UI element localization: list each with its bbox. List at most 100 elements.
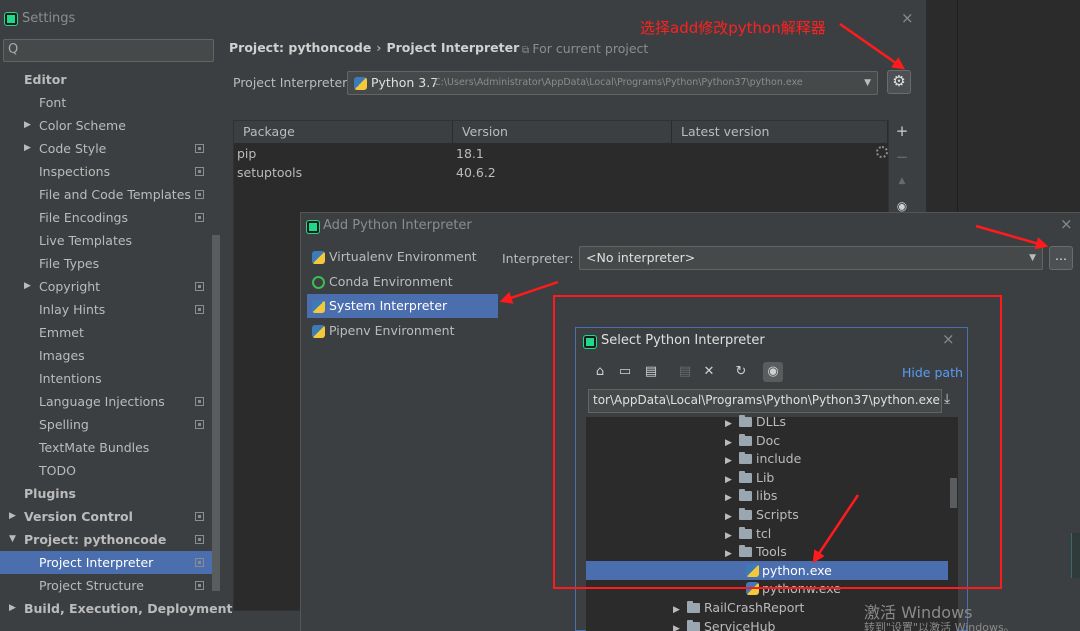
python-icon xyxy=(354,77,367,90)
folder-icon xyxy=(687,619,700,631)
tree-item-label: libs xyxy=(756,488,778,504)
expand-arrow-icon[interactable]: ▶ xyxy=(24,114,31,137)
sidebar-item-textmate-bundles[interactable]: TextMate Bundles xyxy=(0,436,220,459)
sidebar-item-spelling[interactable]: Spelling xyxy=(0,413,220,436)
tree-folder-item[interactable]: ▶ libs xyxy=(725,486,777,505)
home-icon[interactable]: ⌂ xyxy=(590,362,610,382)
sidebar-item-build-execution-deployment[interactable]: ▶ Build, Execution, Deployment xyxy=(0,597,232,620)
tree-item-label: Doc xyxy=(756,432,781,448)
env-item-conda-environment[interactable]: Conda Environment xyxy=(307,270,498,294)
sidebar-item-font[interactable]: Font xyxy=(0,91,220,114)
interpreter-label: Interpreter: xyxy=(502,251,574,266)
sidebar-item-plugins[interactable]: Plugins xyxy=(0,482,220,505)
sidebar-item-version-control[interactable]: ▶ Version Control xyxy=(0,505,220,528)
tree-folder-item[interactable]: ▶ RailCrashReport xyxy=(673,598,804,617)
folder-icon xyxy=(687,601,700,613)
show-hidden-icon[interactable]: ◉ xyxy=(763,362,783,382)
tree-scrollbar[interactable] xyxy=(950,478,957,508)
sidebar-item-inspections[interactable]: Inspections xyxy=(0,160,220,183)
browse-interpreter-button[interactable]: ... xyxy=(1049,246,1073,270)
env-item-system-interpreter[interactable]: System Interpreter xyxy=(307,294,498,319)
tree-item-label: tcl xyxy=(756,525,772,541)
project-interpreter-combo[interactable]: Python 3.7 C:\Users\Administrator\AppDat… xyxy=(347,71,878,95)
hide-path-link[interactable]: Hide path xyxy=(902,365,963,380)
refresh-icon[interactable]: ↻ xyxy=(731,362,751,382)
sidebar-item-project-structure[interactable]: Project Structure xyxy=(0,574,220,597)
tree-folder-item[interactable]: ▶ ServiceHub xyxy=(673,617,775,631)
expand-arrow-icon[interactable]: ▶ xyxy=(24,275,31,298)
project-scope-icon xyxy=(195,420,204,429)
remove-package-button[interactable]: − xyxy=(889,148,915,166)
project-scope-icon xyxy=(195,282,204,291)
sidebar-item-language-injections[interactable]: Language Injections xyxy=(0,390,220,413)
breadcrumb: Project: pythoncode › Project Interpreter xyxy=(229,40,519,55)
expand-arrow-icon[interactable]: ▶ xyxy=(673,620,687,631)
sidebar-item-editor[interactable]: Editor xyxy=(0,68,220,91)
sidebar-item-project-pythoncode[interactable]: ▼ Project: pythoncode xyxy=(0,528,220,551)
sidebar-item-color-scheme[interactable]: ▶ Color Scheme xyxy=(0,114,220,137)
sidebar-item-file-encodings[interactable]: File Encodings xyxy=(0,206,220,229)
desktop-icon[interactable]: ▭ xyxy=(615,362,635,382)
tree-file-item[interactable]: python.exe xyxy=(586,560,948,580)
sidebar-item-label: Inlay Hints xyxy=(39,302,106,317)
sidebar-item-label: File and Code Templates xyxy=(39,187,191,202)
delete-icon[interactable]: ✕ xyxy=(699,362,719,382)
sidebar-item-images[interactable]: Images xyxy=(0,344,220,367)
python-icon xyxy=(312,300,325,314)
sidebar-item-copyright[interactable]: ▶ Copyright xyxy=(0,275,220,298)
tree-folder-item[interactable]: ▶ Lib xyxy=(725,468,774,487)
package-version: 40.6.2 xyxy=(456,165,496,180)
path-input[interactable]: tor\AppData\Local\Programs\Python\Python… xyxy=(588,389,942,413)
tree-folder-item[interactable]: ▶ Tools xyxy=(725,542,787,561)
python-icon xyxy=(312,251,325,264)
expanded-arrow-icon[interactable]: ▼ xyxy=(9,528,16,551)
tree-file-item[interactable]: pythonw.exe xyxy=(746,579,841,598)
tree-folder-item[interactable]: ▶ DLLs xyxy=(725,412,786,431)
pycharm-icon xyxy=(4,12,18,26)
tree-folder-item[interactable]: ▶ Scripts xyxy=(725,505,799,524)
sidebar-item-inlay-hints[interactable]: Inlay Hints xyxy=(0,298,220,321)
select-interpreter-close-icon[interactable]: × xyxy=(942,330,955,348)
sidebar-item-label: Emmet xyxy=(39,325,84,340)
download-icon[interactable]: ⤓ xyxy=(944,391,950,407)
project-folder-icon[interactable]: ▤ xyxy=(641,362,661,382)
column-header-version[interactable]: Version xyxy=(453,121,672,143)
new-folder-icon[interactable]: ▤ xyxy=(675,362,695,382)
table-row[interactable]: pip 18.1 xyxy=(234,144,888,163)
expand-arrow-icon[interactable]: ▶ xyxy=(9,597,16,620)
column-header-latest-version[interactable]: Latest version xyxy=(672,121,888,143)
settings-title: Settings xyxy=(22,11,76,26)
gear-button[interactable]: ⚙ xyxy=(887,70,911,94)
expand-arrow-icon[interactable]: ▶ xyxy=(24,137,31,160)
sidebar-item-file-types[interactable]: File Types xyxy=(0,252,220,275)
sidebar-item-emmet[interactable]: Emmet xyxy=(0,321,220,344)
expand-arrow-icon[interactable]: ▶ xyxy=(9,505,16,528)
column-header-package[interactable]: Package xyxy=(234,121,453,143)
sidebar-item-code-style[interactable]: ▶ Code Style xyxy=(0,137,220,160)
add-interpreter-close-icon[interactable]: × xyxy=(1060,215,1073,233)
upgrade-package-button[interactable]: ▲ xyxy=(889,176,915,186)
env-item-virtualenv-environment[interactable]: Virtualenv Environment xyxy=(307,245,498,269)
annotation-text: 选择add修改python解释器 xyxy=(640,19,826,37)
interpreter-combo[interactable]: <No interpreter> ▼ xyxy=(579,246,1043,270)
sidebar-scrollbar[interactable] xyxy=(212,235,220,591)
tree-folder-item[interactable]: ▶ tcl xyxy=(725,524,771,543)
sidebar-item-todo[interactable]: TODO xyxy=(0,459,220,482)
sidebar-item-live-templates[interactable]: Live Templates xyxy=(0,229,220,252)
sidebar-item-file-and-code-templates[interactable]: File and Code Templates xyxy=(0,183,220,206)
settings-search-input[interactable]: Q xyxy=(3,39,214,62)
add-package-button[interactable]: + xyxy=(889,122,915,140)
side-tool-strip xyxy=(1071,533,1080,578)
tree-item-label: pythonw.exe xyxy=(762,581,841,597)
settings-close-icon[interactable]: × xyxy=(901,9,914,27)
sidebar-item-project-interpreter[interactable]: Project Interpreter xyxy=(0,551,220,574)
project-scope-icon xyxy=(195,581,204,590)
tree-folder-item[interactable]: ▶ Doc xyxy=(725,431,780,450)
env-item-pipenv-environment[interactable]: Pipenv Environment xyxy=(307,319,498,343)
table-row[interactable]: setuptools 40.6.2 xyxy=(234,163,888,182)
tree-item-label: DLLs xyxy=(756,414,787,429)
show-early-releases-button[interactable]: ◉ xyxy=(889,199,915,213)
project-scope-icon xyxy=(195,144,204,153)
sidebar-item-intentions[interactable]: Intentions xyxy=(0,367,220,390)
tree-folder-item[interactable]: ▶ include xyxy=(725,449,801,468)
